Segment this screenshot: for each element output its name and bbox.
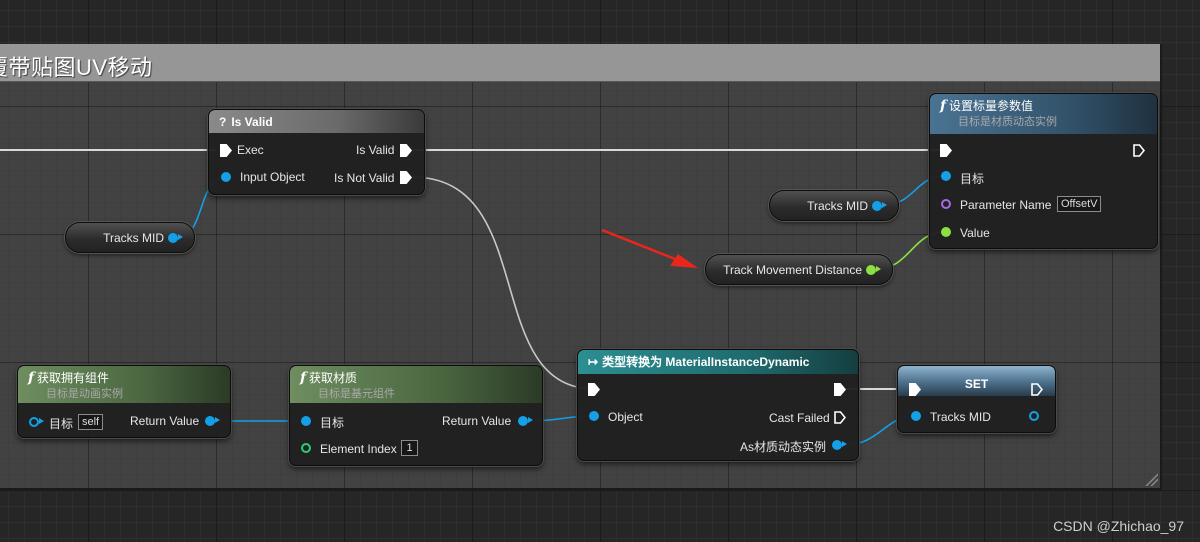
comment-header[interactable]: 覆带贴图UV移动 <box>0 44 1160 82</box>
get-owning-component-target-pin[interactable] <box>29 417 44 427</box>
tracks-mid-output-pin-2[interactable] <box>872 201 887 211</box>
tracks-mid-getter[interactable]: Tracks MID <box>65 222 195 253</box>
is-valid-header[interactable]: ? Is Valid <box>209 110 424 133</box>
get-material-target-label: 目标 <box>320 416 345 430</box>
track-movement-distance-output-pin[interactable] <box>866 265 881 275</box>
get-material-title: 获取材质 <box>309 371 358 385</box>
is-valid-exec-label: Exec <box>237 143 264 157</box>
set-scalar-param-subtitle: 目标是材质动态实例 <box>958 116 1057 128</box>
set-scalar-value-label: Value <box>960 226 990 240</box>
cast-as-output-label: As材质动态实例 <box>740 440 827 454</box>
track-movement-distance-getter[interactable]: Track Movement Distance <box>705 254 893 285</box>
set-exec-out-pin[interactable] <box>1031 383 1043 396</box>
watermark: CSDN @Zhichao_97 <box>1053 518 1184 534</box>
get-material-element-index-pin[interactable] <box>301 443 311 453</box>
get-owning-component-return-label: Return Value <box>130 414 200 428</box>
is-valid-input-object-label: Input Object <box>240 170 305 184</box>
red-annotation-arrow <box>601 228 698 268</box>
track-movement-distance-label: Track Movement Distance <box>723 263 862 277</box>
cast-as-output-pin[interactable] <box>832 440 847 450</box>
get-owning-component-header[interactable]: f 获取拥有组件 目标是动画实例 <box>18 366 230 403</box>
get-material-return-pin[interactable] <box>518 416 533 426</box>
comment-title: 覆带贴图UV移动 <box>0 55 153 80</box>
set-scalar-target-label: 目标 <box>960 172 985 186</box>
parameter-name-input[interactable]: OffsetV <box>1057 196 1102 212</box>
get-owning-component-return-pin[interactable] <box>205 416 220 426</box>
get-material-target-pin[interactable] <box>301 416 311 426</box>
cast-object-pin[interactable] <box>589 411 599 421</box>
question-icon: ? <box>219 115 227 129</box>
is-valid-valid-label: Is Valid <box>356 143 395 157</box>
cast-title: 类型转换为 MaterialInstanceDynamic <box>602 355 810 369</box>
set-scalar-param-name-label: Parameter Name <box>960 198 1052 212</box>
function-icon: f <box>28 370 35 386</box>
set-title: SET <box>964 377 989 391</box>
set-scalar-param-header[interactable]: f 设置标量参数值 目标是材质动态实例 <box>930 94 1157 134</box>
is-valid-input-object-pin[interactable] <box>221 172 231 182</box>
tracks-mid-getter-2[interactable]: Tracks MID <box>769 190 899 221</box>
target-self-input[interactable]: self <box>78 414 104 430</box>
set-scalar-exec-out-pin[interactable] <box>1133 144 1145 157</box>
set-scalar-param-name-pin[interactable] <box>941 199 951 209</box>
get-material-return-label: Return Value <box>442 414 512 428</box>
get-owning-component-subtitle: 目标是动画实例 <box>46 388 123 400</box>
cast-failed-label: Cast Failed <box>769 411 830 425</box>
element-index-input[interactable]: 1 <box>401 440 418 456</box>
set-tracks-mid-output-pin[interactable] <box>1029 411 1039 421</box>
tracks-mid-output-pin[interactable] <box>168 233 183 243</box>
tracks-mid-label: Tracks MID <box>103 231 164 245</box>
set-tracks-mid-label: Tracks MID <box>930 410 991 424</box>
get-material-subtitle: 目标是基元组件 <box>318 388 395 400</box>
set-scalar-value-pin[interactable] <box>941 227 951 237</box>
set-tracks-mid-input-pin[interactable] <box>911 411 921 421</box>
cast-object-label: Object <box>608 410 643 424</box>
cast-icon: ↦ <box>588 355 599 369</box>
comment-resize-handle[interactable] <box>1144 472 1158 486</box>
get-material-header[interactable]: f 获取材质 目标是基元组件 <box>290 366 542 403</box>
get-material-element-index-label: Element Index <box>320 442 397 456</box>
set-scalar-param-title: 设置标量参数值 <box>949 99 1034 113</box>
is-valid-title: Is Valid <box>231 115 273 129</box>
cast-failed-exec-pin[interactable] <box>834 411 846 424</box>
tracks-mid-label-2: Tracks MID <box>807 199 868 213</box>
get-owning-component-title: 获取拥有组件 <box>37 371 110 385</box>
function-icon: f <box>300 370 307 386</box>
cast-header[interactable]: ↦ 类型转换为 MaterialInstanceDynamic <box>578 350 858 374</box>
function-icon: f <box>940 98 947 114</box>
is-valid-not-valid-label: Is Not Valid <box>334 171 395 185</box>
get-owning-component-target-label: 目标 <box>49 417 74 431</box>
set-scalar-target-pin[interactable] <box>941 171 951 181</box>
